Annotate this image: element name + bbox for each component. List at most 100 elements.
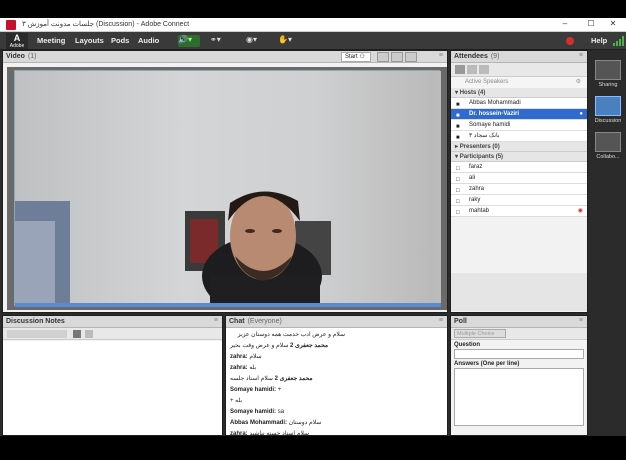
window-title: جلسات مدونت آموزش ۳ (Discussion) - Adobe…	[22, 21, 190, 28]
video-pod-header: Video (1) Start ⚇ ≡	[3, 51, 447, 63]
attendees-toolbar	[451, 63, 587, 77]
microphone-icon[interactable]: ⚭▾	[210, 35, 232, 47]
menu-bar: A Adobe Meeting Layouts Pods Audio 🔊▾ ⚭▾…	[0, 32, 626, 50]
status-view-icon[interactable]	[467, 65, 477, 74]
user-icon: ■	[456, 102, 460, 108]
chat-message: محمد جعفری 2 سلام استاد جلسه	[230, 376, 313, 382]
poll-options-icon[interactable]: ≡	[579, 317, 583, 324]
attendees-options-icon[interactable]: ≡	[579, 52, 583, 59]
user-icon: ■	[456, 135, 460, 141]
video-pod-title: Video	[6, 53, 25, 60]
chat-pod: Chat (Everyone) ≡ سلام و عرض ادب خدمت همه…	[225, 315, 448, 437]
question-label: Question	[454, 342, 481, 348]
layout-sharing[interactable]: Sharing	[594, 60, 622, 88]
webcam-icon[interactable]: ◉▾	[246, 35, 268, 47]
list-view-icon[interactable]	[455, 65, 465, 74]
layout-thumbnail	[595, 60, 621, 80]
poll-toolbar: Multiple Choice	[451, 328, 587, 340]
poll-type-dropdown[interactable]: Multiple Choice	[454, 329, 506, 338]
close-button[interactable]: ✕	[604, 19, 622, 28]
menu-meeting[interactable]: Meeting	[37, 36, 65, 45]
status-icon: ◉	[577, 208, 583, 214]
attendee-row[interactable]: ■ Abbas Mohammadi	[451, 98, 587, 109]
poll-pod: Poll ≡ Multiple Choice Question Answers …	[450, 315, 588, 436]
chat-audience: (Everyone)	[247, 318, 282, 325]
attendees-pod: Attendees (9) ≡ Active Speakers ⚙ ▾ Hosts…	[450, 50, 588, 313]
participant-row[interactable]: □ zahra	[451, 184, 587, 195]
start-webcam-button[interactable]: Start ⚇	[341, 52, 371, 62]
color-picker-icon[interactable]	[73, 330, 81, 338]
layout-discussion[interactable]: Discussion	[594, 96, 622, 124]
active-speakers: Active Speakers ⚙	[451, 77, 587, 88]
record-indicator-icon[interactable]	[566, 37, 574, 45]
speaker-icon[interactable]: 🔊▾	[178, 35, 200, 47]
presenters-group-header[interactable]: ▸ Presenters (0)	[451, 142, 587, 152]
chat-pod-header: Chat (Everyone) ≡	[226, 316, 447, 328]
question-input[interactable]	[454, 349, 584, 359]
maximize-button[interactable]: ☐	[582, 19, 600, 28]
minimize-button[interactable]: –	[556, 19, 574, 28]
layout-thumbnail	[595, 132, 621, 152]
layouts-panel-empty	[590, 315, 626, 436]
app-icon	[6, 20, 16, 30]
participants-group-header[interactable]: ▾ Participants (5)	[451, 152, 587, 162]
participant-row[interactable]: □ ali	[451, 173, 587, 184]
menu-layouts[interactable]: Layouts	[75, 36, 104, 45]
menu-audio[interactable]: Audio	[138, 36, 159, 45]
attendee-row[interactable]: ■ بانک سجاد ۳	[451, 131, 587, 142]
chat-message: محمد جعفری 2 سلام و عرض وقت بخیر	[230, 343, 329, 349]
chat-message: zahra: سلام	[230, 354, 262, 360]
chat-messages: سلام و عرض ادب خدمت همه دوستان عزیز محمد…	[226, 328, 447, 437]
participant-row[interactable]: □ raky	[451, 195, 587, 206]
user-icon: □	[456, 166, 460, 172]
user-icon: □	[456, 188, 460, 194]
notes-toolbar	[3, 328, 222, 340]
menu-help[interactable]: Help	[591, 36, 607, 45]
notes-text-area[interactable]	[3, 341, 222, 435]
layout-collaboration[interactable]: Collabo...	[594, 132, 622, 160]
breakout-view-icon[interactable]	[479, 65, 489, 74]
attendees-count: (9)	[490, 53, 500, 60]
hosts-group-header[interactable]: ▾ Hosts (4)	[451, 88, 587, 98]
user-icon: ■	[456, 113, 460, 119]
answers-input[interactable]	[454, 368, 584, 426]
connection-signal-icon	[613, 36, 624, 46]
webcam-video-feed[interactable]	[14, 70, 441, 316]
participant-row[interactable]: □ faraz	[451, 162, 587, 173]
chat-options-icon[interactable]: ≡	[439, 317, 443, 324]
adobe-connect-window: جلسات مدونت آموزش ۳ (Discussion) - Adobe…	[0, 18, 626, 437]
video-pod: Video (1) Start ⚇ ≡	[2, 50, 448, 316]
answers-label: Answers (One per line)	[454, 361, 520, 367]
attendees-empty-area	[451, 273, 587, 311]
user-icon: □	[456, 210, 460, 216]
user-icon: ■	[456, 124, 460, 130]
menu-pods[interactable]: Pods	[111, 36, 129, 45]
speaker-video-image	[15, 71, 441, 316]
layout-grid-icon[interactable]	[377, 52, 389, 62]
font-controls[interactable]	[7, 330, 67, 338]
participant-row[interactable]: □ mahtab ◉	[451, 206, 587, 217]
chat-message: Somaye hamidi: sa	[230, 409, 285, 415]
chat-message: سلام و عرض ادب خدمت همه دوستان عزیز	[237, 332, 345, 338]
raise-hand-icon[interactable]: ✋▾	[278, 35, 300, 47]
notes-pod-title: Discussion Notes	[6, 318, 65, 325]
fullscreen-icon[interactable]	[405, 52, 417, 62]
chat-message: zahra: سلام استاد خسته نباشید	[230, 431, 310, 437]
video-count: (1)	[27, 53, 37, 60]
adobe-logo: A Adobe	[6, 33, 28, 49]
attendee-row[interactable]: ■ Somaye hamidi	[451, 120, 587, 131]
list-format-icon[interactable]	[85, 330, 93, 338]
chat-message: + بله	[230, 398, 243, 404]
chat-pod-title: Chat	[229, 318, 245, 325]
notes-options-icon[interactable]: ≡	[214, 317, 218, 324]
attendees-pod-title: Attendees	[454, 53, 488, 60]
user-icon: □	[456, 199, 460, 205]
attendees-pod-header: Attendees (9) ≡	[451, 51, 587, 63]
chat-message: Somaye hamidi: +	[230, 387, 282, 393]
attendee-row[interactable]: ■ Dr. hossein-Vaziri ●	[451, 109, 587, 120]
layout-list-icon[interactable]	[391, 52, 403, 62]
video-area	[7, 67, 447, 316]
layout-thumbnail	[595, 96, 621, 116]
settings-icon[interactable]: ⚙	[576, 77, 581, 88]
video-pod-options-icon[interactable]: ≡	[439, 52, 443, 59]
